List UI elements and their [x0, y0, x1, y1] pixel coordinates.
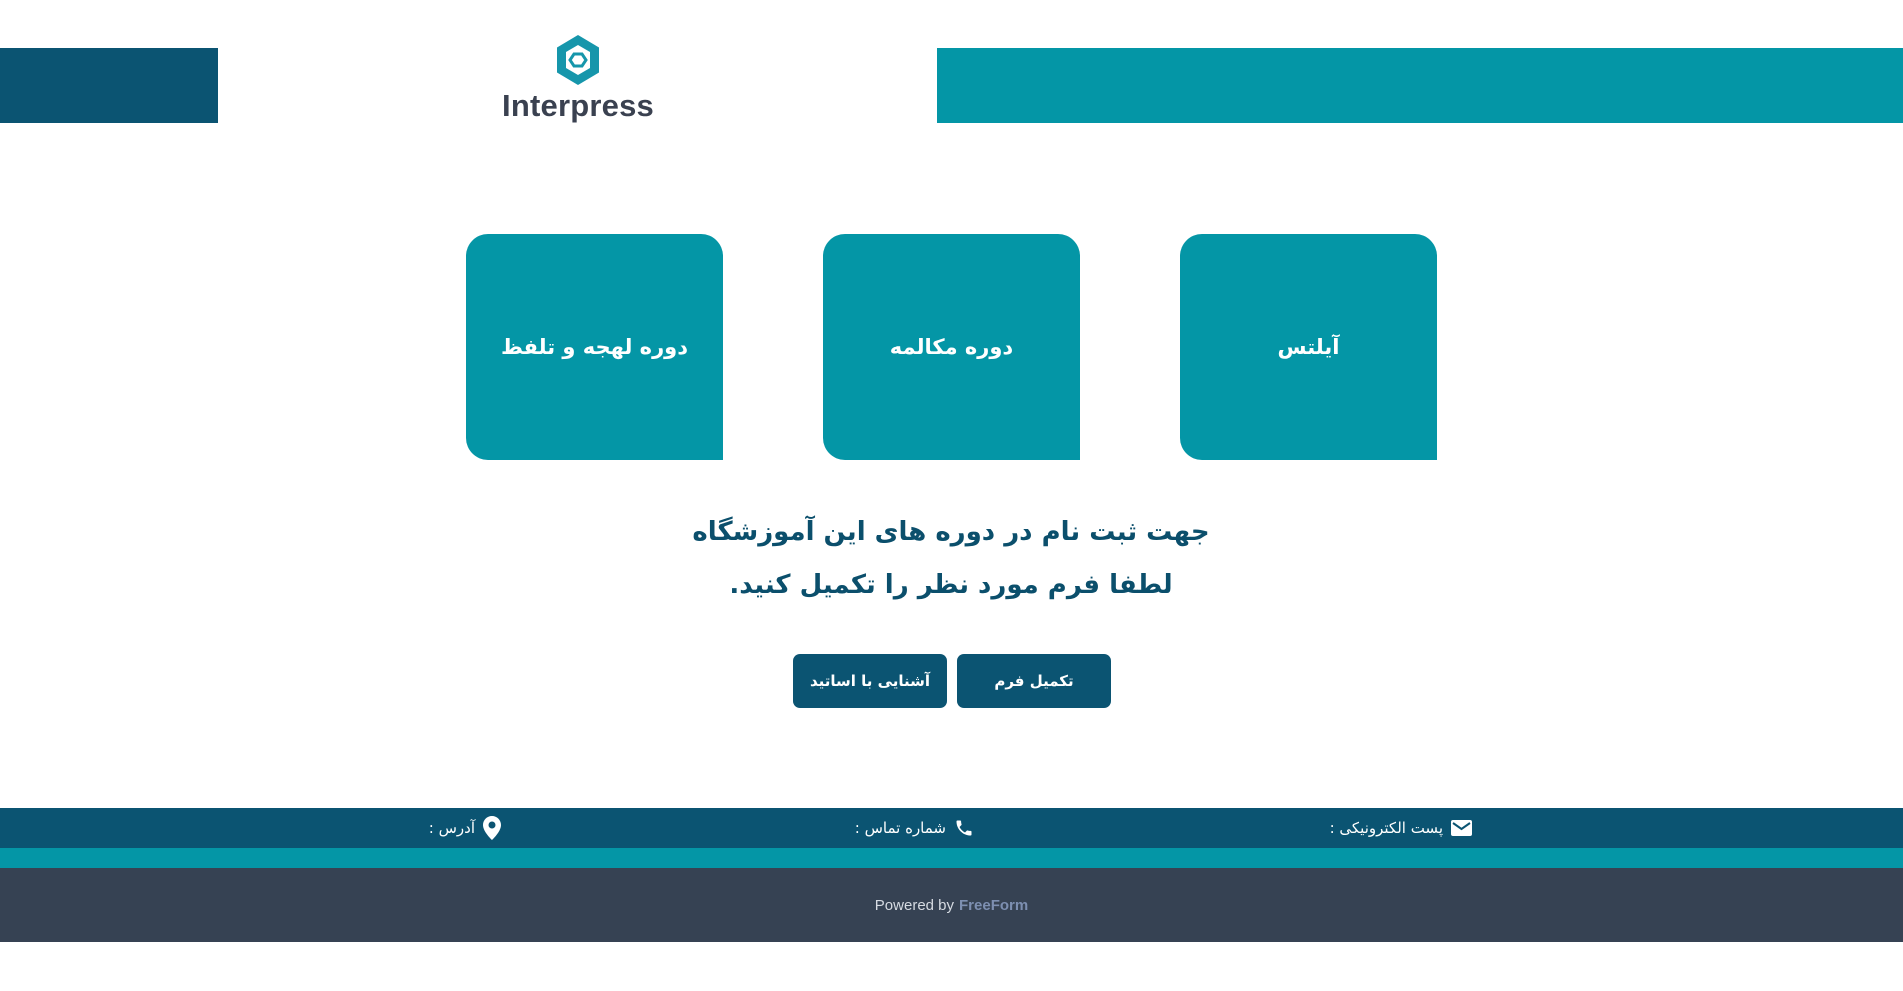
course-card-label: دوره لهجه و تلفظ [501, 335, 688, 359]
footer: Powered by FreeForm [0, 868, 1903, 942]
email-label: پست الکترونیکی : [1329, 819, 1443, 837]
headline-line-2: لطفا فرم مورد نظر را تکمیل کنید. [729, 570, 1173, 600]
course-card-accent-pronunciation[interactable]: دوره لهجه و تلفظ [466, 234, 723, 460]
contact-email: پست الکترونیکی : [1330, 808, 1472, 848]
course-card-label: آیلتس [1277, 335, 1340, 359]
mail-icon [1451, 820, 1472, 836]
course-card-ielts[interactable]: آیلتس [1180, 234, 1437, 460]
phone-icon [956, 820, 972, 836]
address-label: آدرس : [428, 819, 475, 837]
fill-form-button[interactable]: تکمیل فرم [957, 654, 1111, 708]
logo[interactable]: Interpress [470, 32, 686, 136]
contact-bar: پست الکترونیکی : شماره تماس : آدرس : [0, 808, 1903, 848]
freeform-brand-link[interactable]: FreeForm [959, 897, 1028, 914]
logo-text: Interpress [502, 88, 654, 123]
meet-teachers-button[interactable]: آشنایی با اساتید [793, 654, 947, 708]
page: Interpress آیلتس دوره مکالمه دوره لهجه و… [0, 0, 1903, 991]
course-card-conversation[interactable]: دوره مکالمه [823, 234, 1080, 460]
location-pin-icon [483, 816, 501, 840]
powered-by-text: Powered by [874, 896, 955, 914]
phone-label: شماره تماس : [854, 819, 946, 837]
hexagon-logo-icon [557, 35, 599, 85]
contact-address: آدرس : [429, 808, 501, 848]
header-band-right [937, 48, 1903, 123]
registration-headline: جهت ثبت نام در دوره های این آموزشگاه لطف… [551, 506, 1351, 612]
footer-teal-strip [0, 848, 1903, 868]
headline-line-1: جهت ثبت نام در دوره های این آموزشگاه [692, 517, 1210, 547]
header-band-left [0, 48, 218, 123]
course-card-label: دوره مکالمه [889, 335, 1014, 359]
contact-phone: شماره تماس : [855, 808, 974, 848]
